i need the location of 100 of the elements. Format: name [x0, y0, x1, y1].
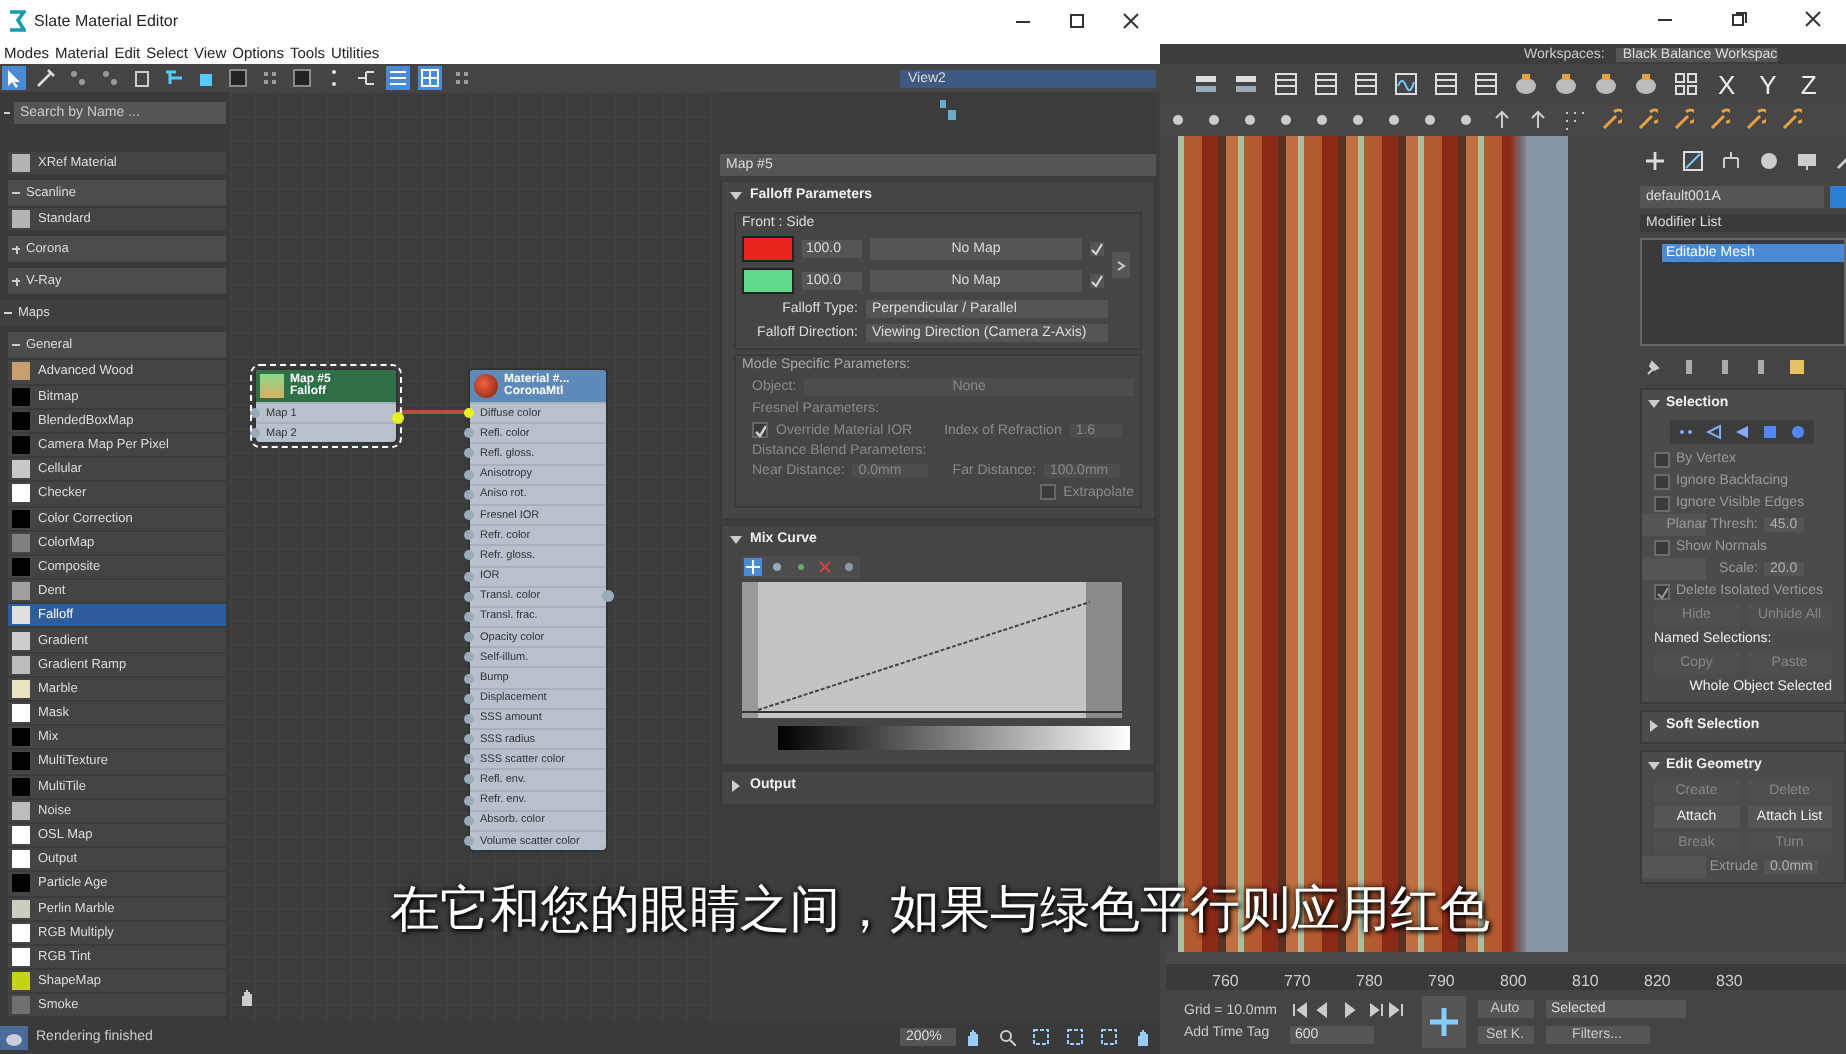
rollout-toggle-icon[interactable] [730, 535, 742, 543]
plus-icon[interactable] [1644, 150, 1666, 172]
curve-icon[interactable] [1682, 150, 1704, 172]
teapot-icon[interactable] [1592, 70, 1620, 98]
vertex-icon[interactable] [1678, 424, 1694, 440]
grid-icon[interactable] [1672, 70, 1700, 98]
checkbox[interactable] [1654, 451, 1670, 467]
pointer-icon[interactable] [2, 66, 26, 90]
monitor-icon[interactable] [1796, 150, 1818, 172]
tree-icon[interactable] [1720, 150, 1742, 172]
grid-icon[interactable] [1562, 108, 1586, 132]
pin-icon[interactable] [1644, 358, 1662, 376]
timeline-ruler[interactable]: 760 770 780 790 800 810 820 830 [1166, 952, 1846, 990]
square-icon[interactable] [226, 66, 250, 90]
frame-number: 820 [1644, 972, 1673, 990]
rollout-toggle-icon[interactable] [730, 191, 742, 199]
rollout-toggle-icon[interactable] [1648, 399, 1660, 407]
square-icon[interactable] [290, 66, 314, 90]
insert-point-icon[interactable] [792, 558, 810, 576]
frame-number: 810 [1572, 972, 1601, 990]
window-title: Slate Material Editor [34, 11, 179, 29]
edge-icon[interactable] [1706, 424, 1722, 440]
frame-number: 760 [1212, 972, 1241, 990]
object-color-swatch[interactable] [1830, 186, 1846, 208]
material-preview-thumbnail [474, 374, 498, 398]
playback-controls-icon[interactable] [1289, 1001, 1409, 1017]
teapot-icon[interactable] [1632, 70, 1660, 98]
hand-icon[interactable] [1134, 1028, 1152, 1046]
axis-constraint-button[interactable]: Y [1753, 69, 1783, 99]
table-icon[interactable] [1312, 70, 1340, 98]
face-icon[interactable] [1734, 424, 1750, 440]
tree-icon[interactable] [354, 66, 378, 90]
magnet-icon[interactable] [1598, 108, 1622, 132]
teapot-icon[interactable] [1512, 70, 1540, 98]
table-icon[interactable] [1432, 70, 1460, 98]
magnet-icon[interactable] [1670, 108, 1694, 132]
table-icon[interactable] [1352, 70, 1380, 98]
magnet-icon[interactable] [1634, 108, 1658, 132]
checkbox[interactable] [1654, 495, 1670, 511]
checkbox[interactable] [1654, 583, 1670, 599]
close-icon[interactable] [1804, 9, 1822, 27]
wave-icon[interactable] [1392, 70, 1420, 98]
checkbox[interactable] [1039, 484, 1056, 500]
trash-icon[interactable] [130, 66, 154, 90]
frame-number: 770 [1284, 972, 1313, 990]
table-icon[interactable] [1272, 70, 1300, 98]
curve-graph[interactable] [742, 582, 1122, 718]
set-key-icon[interactable] [1421, 996, 1465, 1048]
maximize-icon[interactable] [1068, 11, 1086, 29]
rollout-toggle-icon[interactable] [1650, 719, 1658, 731]
axis-constraint-button[interactable]: X [1712, 69, 1742, 99]
checkbox[interactable] [752, 422, 768, 438]
polygon-icon[interactable] [1762, 424, 1778, 440]
nodes-icon[interactable] [98, 66, 122, 90]
search-icon[interactable] [998, 1028, 1016, 1046]
material-preview-thumbnail [260, 374, 284, 398]
layout-icon[interactable] [162, 66, 186, 90]
scale-point-icon[interactable] [768, 558, 786, 576]
output-socket[interactable] [392, 412, 404, 424]
node-map-icon [940, 100, 956, 120]
table-icon[interactable] [1472, 70, 1500, 98]
pencil-icon[interactable] [1788, 358, 1806, 376]
app-logo-icon [8, 9, 26, 31]
nodes-icon[interactable] [66, 66, 90, 90]
grid2-icon[interactable] [418, 66, 442, 90]
restore-icon[interactable] [1730, 9, 1748, 27]
list-icon[interactable] [386, 66, 410, 90]
rollout-toggle-icon[interactable] [1648, 761, 1660, 769]
hand-icon[interactable] [238, 988, 258, 1008]
grid-icon[interactable] [450, 66, 474, 90]
render-status-icon [0, 1025, 28, 1049]
swap-colors-button[interactable] [1112, 252, 1130, 278]
output-socket[interactable] [602, 590, 614, 602]
axis-constraint-button[interactable]: Z [1794, 69, 1823, 99]
material-node[interactable] [468, 368, 608, 853]
close-icon[interactable] [1122, 11, 1140, 29]
magnet-icon[interactable] [1706, 108, 1730, 132]
rollout-toggle-icon[interactable] [732, 779, 740, 791]
magnet-icon[interactable] [1778, 108, 1802, 132]
color-swatch[interactable] [742, 268, 794, 294]
checkbox[interactable] [1654, 539, 1670, 555]
frame-number: 830 [1716, 972, 1745, 990]
element-icon[interactable] [1790, 424, 1806, 440]
circle-icon[interactable] [1758, 150, 1780, 172]
grid-icon[interactable] [258, 66, 282, 90]
frame-number: 800 [1500, 972, 1529, 990]
arrow-icon[interactable] [1526, 108, 1550, 132]
reset-curve-icon[interactable] [840, 558, 858, 576]
panel-icon[interactable] [1232, 70, 1260, 98]
color-swatch[interactable] [742, 236, 794, 262]
chevron-icon [1116, 259, 1126, 271]
move-point-icon[interactable] [744, 558, 762, 576]
arrow-icon[interactable] [1490, 108, 1514, 132]
teapot-icon[interactable] [1552, 70, 1580, 98]
eyedropper-icon[interactable] [34, 66, 58, 90]
hand-icon[interactable] [964, 1028, 982, 1046]
panel-icon[interactable] [1192, 70, 1220, 98]
frame-number: 790 [1428, 972, 1457, 990]
checkbox[interactable] [1654, 473, 1670, 489]
magnet-icon[interactable] [1742, 108, 1766, 132]
